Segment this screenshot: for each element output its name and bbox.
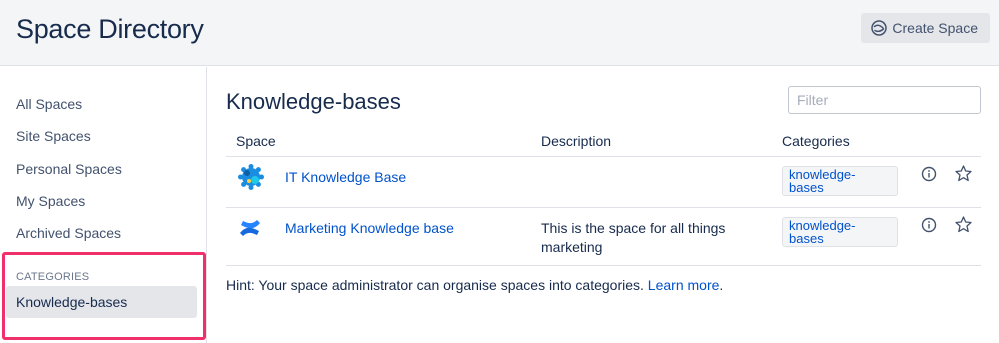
category-tag[interactable]: knowledge- bases xyxy=(782,166,898,196)
category-tag-line: bases xyxy=(789,231,824,246)
table-header-divider xyxy=(226,156,981,157)
space-link-marketing-knowledge-base[interactable]: Marketing Knowledge base xyxy=(285,220,454,236)
sidebar-item-my-spaces[interactable]: My Spaces xyxy=(16,193,85,209)
column-header-space: Space xyxy=(236,133,276,149)
description-line: marketing xyxy=(541,239,603,255)
space-description: This is the space for all things marketi… xyxy=(541,219,761,257)
description-line: This is the space for all things xyxy=(541,220,726,236)
sidebar-category-knowledge-bases[interactable]: Knowledge-bases xyxy=(6,286,197,318)
column-header-description: Description xyxy=(541,133,612,149)
hint-text: Hint: Your space administrator can organ… xyxy=(226,277,723,293)
sidebar-item-all-spaces[interactable]: All Spaces xyxy=(16,96,82,112)
sidebar-item-archived-spaces[interactable]: Archived Spaces xyxy=(16,225,121,241)
page-title: Space Directory xyxy=(16,14,204,44)
confluence-logo-icon[interactable] xyxy=(238,216,264,242)
create-space-label: Create Space xyxy=(892,20,978,36)
category-tag[interactable]: knowledge- bases xyxy=(782,217,898,247)
learn-more-link[interactable]: Learn more xyxy=(648,277,720,293)
page-header: Space Directory Create Space xyxy=(0,0,999,66)
it-knowledge-base-logo-icon[interactable] xyxy=(238,164,264,190)
category-tag-line: bases xyxy=(789,180,824,195)
categories-heading: CATEGORIES xyxy=(16,271,90,283)
info-icon[interactable] xyxy=(921,166,937,182)
column-header-categories: Categories xyxy=(782,133,850,149)
row-divider xyxy=(226,265,981,266)
hint-message: Hint: Your space administrator can organ… xyxy=(226,277,644,293)
confluence-create-icon xyxy=(871,20,888,36)
hint-period: . xyxy=(719,277,724,293)
sidebar: All Spaces Site Spaces Personal Spaces M… xyxy=(0,67,207,343)
category-title: Knowledge-bases xyxy=(226,89,401,114)
info-icon[interactable] xyxy=(921,217,937,233)
row-divider xyxy=(226,207,981,208)
filter-input[interactable] xyxy=(788,86,981,114)
space-link-it-knowledge-base[interactable]: IT Knowledge Base xyxy=(285,169,406,185)
star-icon[interactable] xyxy=(955,216,972,233)
star-icon[interactable] xyxy=(955,165,972,182)
sidebar-item-personal-spaces[interactable]: Personal Spaces xyxy=(16,161,122,177)
sidebar-item-site-spaces[interactable]: Site Spaces xyxy=(16,128,91,144)
create-space-button[interactable]: Create Space xyxy=(861,13,990,43)
